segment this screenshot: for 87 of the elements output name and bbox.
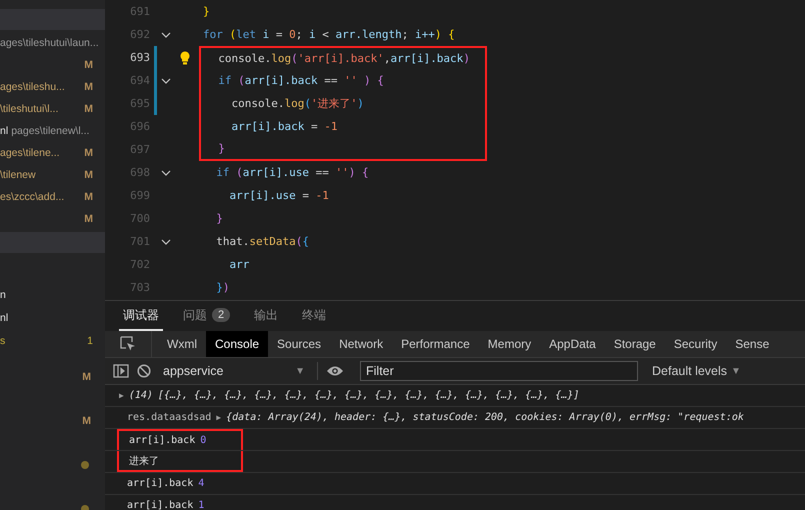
code-text: })	[215, 281, 230, 294]
devtools-tab[interactable]: Memory	[478, 331, 540, 357]
fold-chevron-icon[interactable]	[161, 78, 171, 84]
expand-arrow-icon[interactable]: ▶	[216, 413, 222, 422]
devtools-tab[interactable]: Sense	[726, 331, 778, 357]
code-text: arr[i].use = -1	[228, 189, 329, 202]
line-number: 700	[129, 212, 150, 225]
console-object[interactable]: {data: Array(24), header: {…}, statusCode: 200, cookies: Array(0), errMsg: "request:ok	[226, 412, 744, 423]
console-label: arr[i].back	[129, 435, 196, 446]
line-number: 698	[129, 166, 150, 179]
panel-tab[interactable]: 终端	[298, 301, 330, 331]
modified-label: M	[84, 103, 93, 115]
line-number: 701	[129, 235, 150, 248]
fold-chevron-icon[interactable]	[161, 170, 171, 176]
line-number: 694	[129, 74, 150, 87]
file-name[interactable]: ages\tilene...	[0, 147, 60, 159]
line-number: 703	[129, 281, 150, 294]
code-text: for (let i = 0; i < arr.length; i++) {	[203, 28, 455, 41]
panel-tab[interactable]: 问题 2	[179, 301, 234, 331]
devtools-tab[interactable]: Network	[330, 331, 392, 357]
console-message: 进来了	[129, 454, 159, 468]
line-number: 699	[129, 189, 150, 202]
console-array[interactable]: [{…}, {…}, {…}, {…}, {…}, {…}, {…}, {…}, {…}, {…}, {…}, {…}, {…}, {…}]	[158, 390, 580, 401]
inspect-icon[interactable]	[120, 336, 136, 352]
file-path[interactable]: pages\tilenew\l...	[11, 125, 90, 137]
file-name[interactable]: nl	[0, 125, 8, 137]
sidebar-toggle-icon[interactable]	[113, 364, 129, 378]
problem-count: 1	[87, 334, 93, 346]
devtools-tab[interactable]: Storage	[604, 331, 665, 357]
modified-label: M	[84, 213, 93, 225]
code-text: }	[217, 142, 225, 155]
file-name[interactable]: es\zccc\add...	[0, 191, 64, 203]
code-text: console.log('arr[i].back',arr[i].back)	[217, 52, 470, 65]
console-label: arr[i].back	[127, 478, 194, 489]
outline-item[interactable]: n	[0, 288, 6, 300]
code-text: }	[215, 212, 223, 225]
modified-label: M	[84, 147, 93, 159]
file-name[interactable]: \tileshutui\l...	[0, 103, 58, 115]
outline-item[interactable]: s	[0, 334, 6, 346]
code-text: arr	[228, 258, 250, 271]
line-number: 692	[129, 28, 150, 41]
devtools-tab[interactable]: Console	[206, 331, 268, 357]
console-value: 0	[200, 435, 206, 446]
fold-chevron-icon[interactable]	[161, 238, 171, 244]
devtools-tab[interactable]: Security	[664, 331, 726, 357]
count-badge: 2	[212, 308, 230, 322]
line-number: 695	[129, 97, 150, 110]
devtools-tab[interactable]: Wxml	[158, 331, 206, 357]
console-label: res.dataasdsad	[127, 412, 212, 423]
line-number: 691	[129, 5, 150, 18]
file-name[interactable]: \tilenew	[0, 169, 36, 181]
console-label: arr[i].back	[127, 500, 194, 510]
filter-field[interactable]: Filter	[360, 361, 638, 381]
code-text: console.log('进来了')	[230, 96, 364, 111]
file-path[interactable]: ages\tileshutui\laun...	[0, 37, 99, 49]
eye-icon[interactable]	[326, 365, 344, 377]
code-text: if (arr[i].use == '') {	[215, 166, 369, 179]
code-text: arr[i].back = -1	[230, 120, 338, 133]
log-levels-select[interactable]: Default levels ▼	[646, 363, 747, 379]
console-count: (14)	[128, 390, 153, 401]
modified-label: M	[84, 169, 93, 181]
modified-label: M	[84, 191, 93, 203]
clear-icon[interactable]	[137, 364, 151, 378]
code-text: }	[203, 5, 210, 18]
console-value: 4	[198, 478, 204, 489]
fold-chevron-icon[interactable]	[161, 32, 171, 38]
panel-tab[interactable]: 输出	[250, 301, 282, 331]
devtools-tab[interactable]: Sources	[268, 331, 330, 357]
console-value: 1	[198, 500, 204, 510]
devtools-tab[interactable]: Performance	[392, 331, 479, 357]
file-name[interactable]: ages\tileshu...	[0, 81, 65, 93]
status-dot-icon	[81, 461, 89, 469]
expand-arrow-icon[interactable]: ▶	[119, 391, 124, 400]
line-number: 693	[129, 51, 150, 64]
outline-item[interactable]: nl	[0, 312, 8, 324]
modified-label: M	[84, 81, 93, 93]
line-number: 697	[129, 143, 150, 156]
code-text: that.setData({	[215, 235, 309, 248]
devtools-tab[interactable]: AppData	[540, 331, 605, 357]
modified-label: M	[82, 415, 91, 427]
modified-label: M	[82, 371, 91, 383]
code-text: if (arr[i].back == '' ) {	[217, 74, 384, 87]
lightbulb-icon[interactable]	[180, 50, 190, 64]
modified-label: M	[84, 59, 93, 71]
line-number: 702	[129, 258, 150, 271]
line-number: 696	[129, 120, 150, 133]
context-select[interactable]: appservice ▼	[159, 360, 309, 382]
